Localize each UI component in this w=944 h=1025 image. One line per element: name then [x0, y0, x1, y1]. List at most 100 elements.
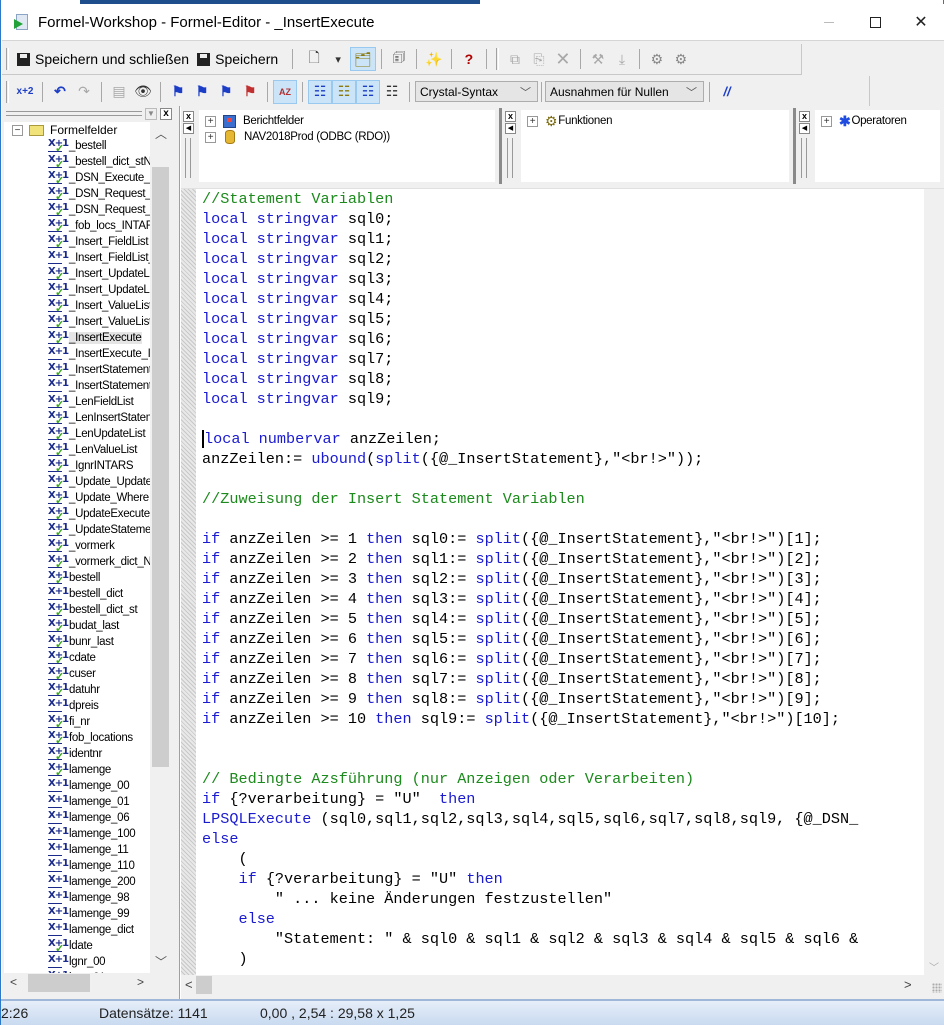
- formula-field-item[interactable]: X+1 lamenge_06: [4, 810, 150, 826]
- formula-field-item[interactable]: X+1 ✓ bunr_last: [4, 634, 150, 651]
- new-button[interactable]: 🗋: [302, 47, 326, 71]
- browse-data-button[interactable]: ▤: [107, 80, 131, 104]
- formula-field-item[interactable]: X+1 ✓ _Update_Update: [4, 474, 150, 491]
- formula-field-item[interactable]: X+1 ✓ budat_last: [4, 618, 150, 635]
- maximize-button[interactable]: [852, 4, 898, 40]
- formula-field-item[interactable]: X+1 lamenge_11: [4, 842, 150, 858]
- code-text-area[interactable]: //Statement Variablen local stringvar sql…: [202, 189, 923, 969]
- scroll-left-icon[interactable]: <: [185, 977, 193, 992]
- formula-field-item[interactable]: X+1 ✓ _DSN_Execute_I: [4, 170, 150, 187]
- formula-field-item[interactable]: X+1 _InsertExecute_I0: [4, 346, 150, 362]
- scrollbar-thumb[interactable]: [196, 976, 212, 994]
- null-handling-select[interactable]: Ausnahmen für Nullen ﹀: [545, 81, 704, 102]
- redo-button[interactable]: ↷: [72, 80, 96, 104]
- delete-button[interactable]: ✕: [551, 47, 575, 71]
- expand-icon[interactable]: +: [527, 115, 538, 127]
- tree-horizontal-scrollbar[interactable]: < >: [4, 973, 170, 993]
- scroll-right-icon[interactable]: >: [137, 975, 144, 989]
- scroll-down-icon[interactable]: ﹀: [154, 953, 168, 970]
- collapse-icon[interactable]: −: [12, 124, 23, 136]
- formula-field-item[interactable]: X+1 ✓ _DSN_Request_I: [4, 186, 150, 203]
- close-button[interactable]: ✕: [898, 4, 944, 40]
- find-button[interactable]: 👁: [131, 80, 155, 104]
- expand-icon[interactable]: +: [205, 131, 216, 143]
- save-button[interactable]: Speichern: [193, 47, 282, 71]
- panel-grip[interactable]: [6, 111, 142, 116]
- syntax-select[interactable]: Crystal-Syntax ﹀: [415, 81, 538, 102]
- panel-dropdown-button[interactable]: ▼: [145, 108, 157, 120]
- properties-button[interactable]: 🗊: [387, 47, 411, 71]
- formula-field-item[interactable]: X+1 lamenge_200: [4, 874, 150, 890]
- check-formula-button[interactable]: x+2: [13, 80, 37, 104]
- formula-field-item[interactable]: X+1 lamenge_00: [4, 778, 150, 794]
- formula-field-item[interactable]: X+1 ✓ lamenge: [4, 762, 150, 779]
- undo-button[interactable]: ↶: [48, 80, 72, 104]
- panel-collapse-button[interactable]: ◀: [799, 123, 810, 134]
- panel-close-button[interactable]: x: [505, 111, 516, 122]
- formula-field-item[interactable]: X+1 lamenge_100: [4, 826, 150, 842]
- new-dropdown-button[interactable]: ▾: [326, 47, 350, 71]
- formula-field-item[interactable]: X+1 ✓ _bestell_dict_stNA: [4, 154, 150, 171]
- formula-field-item[interactable]: X+1 _Insert_FieldList_I: [4, 250, 150, 266]
- formula-field-item[interactable]: X+1 ✓ ldate: [4, 938, 150, 955]
- panel-splitter[interactable]: [793, 108, 796, 184]
- formula-field-item[interactable]: X+1 ✓ _LenValueList: [4, 442, 150, 459]
- panel-splitter[interactable]: [499, 108, 502, 184]
- tree-root-formelfelder[interactable]: − Formelfelder: [4, 122, 150, 138]
- formula-field-item[interactable]: X+1 ✓ _vormerk_dict_NA: [4, 554, 150, 571]
- panel-collapse-button[interactable]: ◀: [183, 123, 194, 134]
- formula-field-item[interactable]: X+1 ✓ _UpdateStatemer: [4, 522, 150, 539]
- expand-icon[interactable]: +: [821, 115, 832, 127]
- formula-field-item[interactable]: X+1 ✓ _Insert_ValueList: [4, 298, 150, 315]
- toolbar-grip[interactable]: [6, 80, 9, 103]
- formula-field-item[interactable]: X+1 ✓ bestell: [4, 570, 150, 587]
- minimize-button[interactable]: [806, 4, 852, 40]
- formula-field-item[interactable]: X+1 ✓ fob_locations: [4, 730, 150, 747]
- show-tree-button[interactable]: 🗂: [350, 47, 376, 71]
- scroll-down-icon[interactable]: ﹀: [929, 959, 939, 974]
- tree-node-database[interactable]: + NAV2018Prod (ODBC (RDO)): [205, 129, 489, 145]
- comment-button[interactable]: //: [715, 80, 739, 104]
- editor-vertical-scrollbar[interactable]: ﹀: [924, 189, 944, 976]
- rename-button[interactable]: ⎘: [527, 47, 551, 71]
- toolbar-grip[interactable]: [6, 48, 9, 70]
- help-button[interactable]: ?: [457, 47, 481, 71]
- panel-close-button[interactable]: x: [799, 111, 810, 122]
- formula-field-item[interactable]: X+1 lgnr_00: [4, 954, 150, 970]
- panel-grip[interactable]: [801, 138, 807, 178]
- formula-field-item[interactable]: X+1 lamenge_98: [4, 890, 150, 906]
- formula-field-item[interactable]: X+1 ✓ fi_nr: [4, 714, 150, 731]
- save-and-close-button[interactable]: Speichern und schließen: [13, 47, 193, 71]
- scrollbar-thumb[interactable]: [152, 167, 169, 767]
- tree-vertical-scrollbar[interactable]: ︿ ﹀: [151, 122, 170, 973]
- scrollbar-thumb[interactable]: [28, 974, 90, 992]
- gear-button-2[interactable]: ⚙: [669, 47, 693, 71]
- formula-field-item[interactable]: X+1 ✓ _InsertExecute: [4, 330, 150, 347]
- toggle-operators-tree-button[interactable]: ☷: [356, 79, 380, 104]
- formula-field-item[interactable]: X+1 ✓ _UpdateExecute: [4, 506, 150, 523]
- sort-az-button[interactable]: AZ: [273, 79, 297, 104]
- formula-field-item[interactable]: X+1 ✓ _IgnrINTARS: [4, 458, 150, 475]
- formula-field-item[interactable]: X+1 ✓ _LenUpdateList: [4, 426, 150, 443]
- formula-field-item[interactable]: X+1 ✓ _LenInsertStatem: [4, 410, 150, 427]
- formula-field-item[interactable]: X+1 lamenge_110: [4, 858, 150, 874]
- previous-bookmark-button[interactable]: ⚑: [214, 80, 238, 104]
- formula-editor[interactable]: //Statement Variablen local stringvar sql…: [181, 188, 944, 976]
- panel-collapse-button[interactable]: ◀: [505, 123, 516, 134]
- add-to-repository-button[interactable]: ⤓: [610, 47, 634, 71]
- formula-field-item[interactable]: X+1 ✓ _InsertStatement: [4, 362, 150, 379]
- toggle-bookmark-button[interactable]: ⚑: [166, 80, 190, 104]
- next-bookmark-button[interactable]: ⚑: [190, 80, 214, 104]
- formula-field-item[interactable]: X+1 ✓ datuhr: [4, 682, 150, 699]
- panel-close-button[interactable]: x: [183, 111, 194, 122]
- formula-field-item[interactable]: X+1 ✓ bestell_dict_st: [4, 602, 150, 619]
- formula-field-item[interactable]: X+1 ✓ cuser: [4, 666, 150, 683]
- formula-field-item[interactable]: X+1 ✓ _LenFieldList: [4, 394, 150, 411]
- formula-field-item[interactable]: X+1 lamenge_01: [4, 794, 150, 810]
- tree-node-operators[interactable]: + ✱ Operatoren: [821, 113, 934, 129]
- panel-grip[interactable]: [507, 138, 513, 178]
- formula-field-item[interactable]: X+1 ✓ _vormerk: [4, 538, 150, 555]
- toggle-functions-tree-button[interactable]: ☷: [332, 79, 356, 104]
- formula-field-item[interactable]: X+1 lamenge_99: [4, 906, 150, 922]
- formula-field-item[interactable]: X+1 ✓ cdate: [4, 650, 150, 667]
